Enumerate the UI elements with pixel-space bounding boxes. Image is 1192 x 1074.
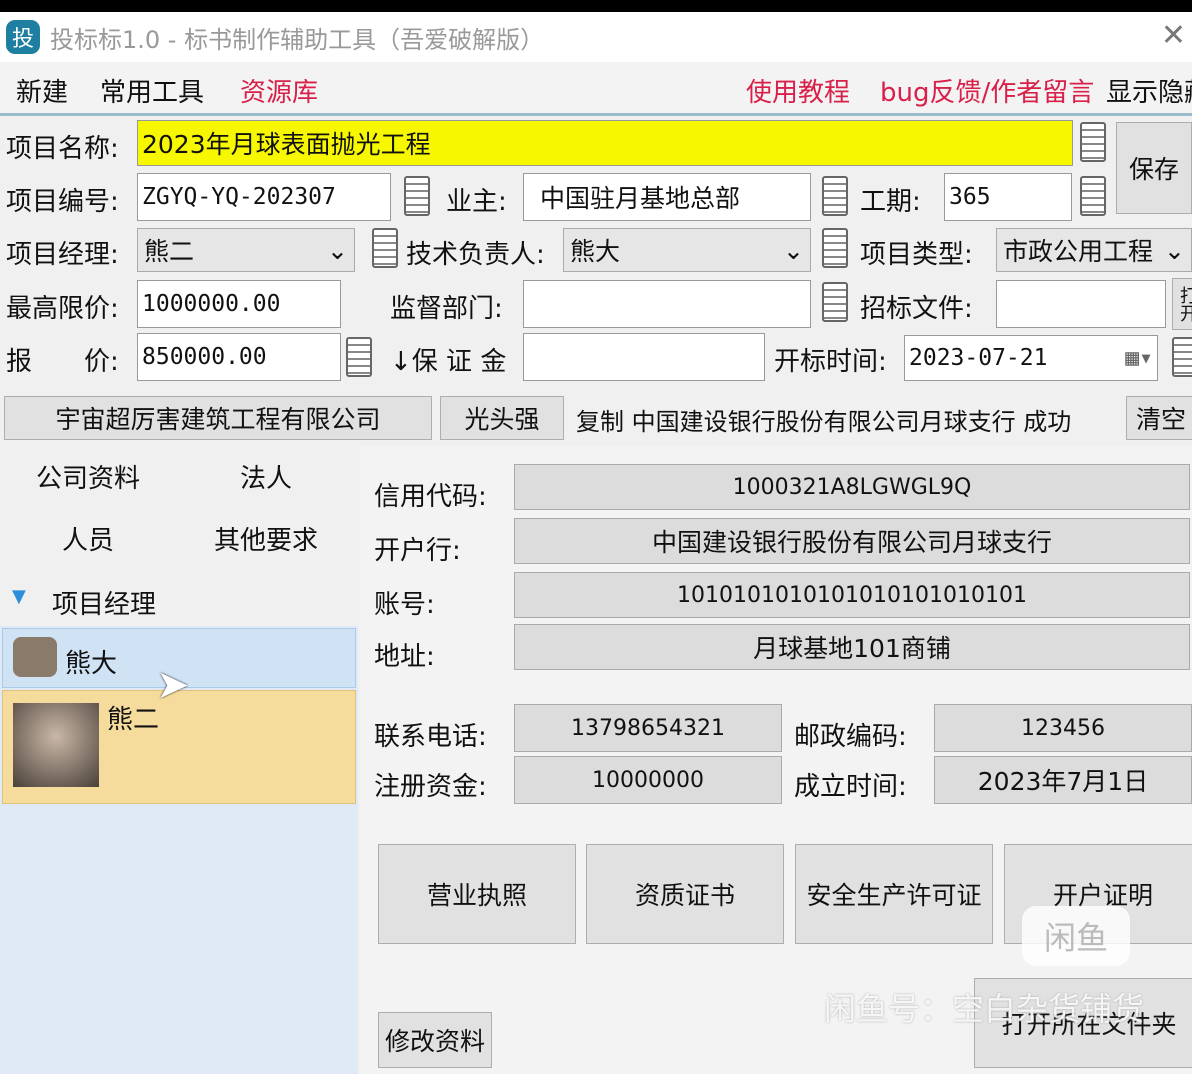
person-name: 熊二: [107, 705, 160, 735]
manager-select[interactable]: 熊二 ⌄: [137, 228, 355, 272]
group-label: 项目经理: [52, 590, 157, 620]
edit-info-button[interactable]: 修改资料: [378, 1012, 492, 1068]
bank-label: 开户行:: [374, 536, 461, 566]
document-icon[interactable]: [1080, 176, 1106, 216]
period-input[interactable]: 365: [944, 173, 1072, 221]
address-label: 地址:: [374, 642, 435, 672]
manager-value: 熊二: [144, 237, 195, 266]
deposit-label: ↓保 证 金: [390, 347, 507, 377]
window-title: 投标标1.0 - 标书制作辅助工具（吾爱破解版）: [50, 25, 545, 54]
owner-label: 业主:: [446, 187, 507, 217]
document-icon[interactable]: [822, 282, 848, 322]
project-code-label: 项目编号:: [6, 187, 119, 217]
menu-toggle[interactable]: 显示隐藏: [1106, 72, 1192, 109]
status-text: 复制 中国建设银行股份有限公司月球支行 成功: [576, 408, 1072, 436]
clear-button[interactable]: 清空: [1126, 396, 1192, 440]
calendar-icon[interactable]: ▦▾: [1125, 345, 1153, 371]
founded-field[interactable]: 2023年7月1日: [934, 756, 1192, 804]
max-price-input[interactable]: 1000000.00: [137, 280, 341, 328]
owner-input[interactable]: 中国驻月基地总部: [523, 173, 811, 221]
menu-resources[interactable]: 资源库: [240, 72, 318, 109]
phone-field[interactable]: 13798654321: [514, 704, 782, 752]
document-icon[interactable]: [372, 228, 398, 268]
supervise-input[interactable]: [523, 280, 811, 328]
tender-file-label: 招标文件:: [860, 294, 973, 324]
project-type-label: 项目类型:: [860, 240, 973, 270]
open-time-value: 2023-07-21: [909, 345, 1048, 371]
founded-label: 成立时间:: [794, 772, 907, 802]
document-icon[interactable]: [822, 176, 848, 216]
tab-company-info[interactable]: 公司资料: [36, 458, 140, 495]
avatar: [13, 637, 57, 677]
open-time-label: 开标时间:: [774, 347, 887, 377]
menu-new[interactable]: 新建: [16, 72, 68, 109]
chevron-down-icon: ⌄: [327, 235, 348, 265]
supervise-label: 监督部门:: [390, 294, 503, 324]
open-tender-button[interactable]: 打开: [1172, 278, 1192, 330]
document-icon[interactable]: [1172, 337, 1192, 377]
document-icon[interactable]: [346, 337, 372, 377]
tech-lead-select[interactable]: 熊大 ⌄: [563, 228, 811, 272]
expand-triangle-icon[interactable]: ▼: [12, 586, 26, 607]
menu-bar: 新建 常用工具 资源库 使用教程 bug反馈/作者留言 显示隐藏: [0, 62, 1192, 116]
zip-field[interactable]: 123456: [934, 704, 1192, 752]
address-field[interactable]: 月球基地101商铺: [514, 624, 1190, 670]
menu-tutorial[interactable]: 使用教程: [746, 72, 850, 109]
project-code-input[interactable]: ZGYQ-YQ-202307: [137, 173, 391, 221]
group-header[interactable]: ▼ 项目经理: [0, 574, 358, 626]
phone-label: 联系电话:: [374, 722, 487, 752]
menu-feedback[interactable]: bug反馈/作者留言: [880, 72, 1094, 109]
deposit-input[interactable]: [523, 333, 765, 381]
tab-staff[interactable]: 人员: [62, 520, 114, 557]
watermark-text: 闲鱼号：空白杂货铺货: [824, 990, 1145, 1028]
detail-panel: 信用代码: 1000321A8LGWGL9Q 开户行: 中国建设银行股份有限公司…: [360, 446, 1192, 1074]
menu-tools[interactable]: 常用工具: [100, 72, 204, 109]
credit-label: 信用代码:: [374, 482, 487, 512]
tech-lead-value: 熊大: [570, 237, 621, 266]
mouse-cursor-icon: ➤: [156, 662, 190, 708]
account-field[interactable]: 1010101010101010101010101: [514, 572, 1190, 618]
tab-legal-person[interactable]: 法人: [240, 458, 292, 495]
document-icon[interactable]: [1080, 122, 1106, 162]
project-type-select[interactable]: 市政公用工程 ⌄: [996, 228, 1192, 272]
zip-label: 邮政编码:: [794, 722, 907, 752]
safety-permit-button[interactable]: 安全生产许可证: [795, 844, 993, 944]
period-label: 工期:: [860, 187, 921, 217]
capital-label: 注册资金:: [374, 772, 487, 802]
close-button[interactable]: ✕: [1161, 18, 1186, 53]
document-icon[interactable]: [404, 176, 430, 216]
bank-field[interactable]: 中国建设银行股份有限公司月球支行: [514, 518, 1190, 564]
watermark-logo: 闲鱼: [1022, 906, 1130, 966]
tab-other[interactable]: 其他要求: [214, 520, 318, 557]
chevron-down-icon: ⌄: [783, 235, 804, 265]
title-bar: 投 投标标1.0 - 标书制作辅助工具（吾爱破解版）: [0, 12, 1192, 62]
business-license-button[interactable]: 营业执照: [378, 844, 576, 944]
account-label: 账号:: [374, 590, 435, 620]
person-name: 熊大: [65, 649, 118, 679]
tender-file-input[interactable]: [996, 280, 1166, 328]
avatar: [13, 703, 99, 787]
open-time-picker[interactable]: 2023-07-21 ▦▾: [904, 335, 1158, 381]
max-price-label: 最高限价:: [6, 294, 119, 324]
project-name-label: 项目名称:: [6, 134, 119, 164]
save-button[interactable]: 保存: [1116, 122, 1192, 214]
quote-label: 报 价:: [6, 347, 119, 377]
tech-lead-label: 技术负责人:: [406, 240, 545, 270]
top-border: [0, 0, 1192, 12]
qualification-button[interactable]: 资质证书: [586, 844, 784, 944]
company-button[interactable]: 宇宙超厉害建筑工程有限公司: [4, 396, 432, 440]
chevron-down-icon: ⌄: [1164, 235, 1185, 265]
manager-label: 项目经理:: [6, 240, 119, 270]
app-logo-icon: 投: [6, 20, 40, 54]
quote-input[interactable]: 850000.00: [137, 333, 341, 381]
project-type-value: 市政公用工程: [1003, 237, 1154, 266]
side-panel: 公司资料 法人 人员 其他要求 ▼ 项目经理 熊大 熊二 ➤: [0, 446, 358, 1074]
project-name-input[interactable]: 2023年月球表面抛光工程: [137, 120, 1073, 166]
person-button[interactable]: 光头强: [440, 396, 564, 440]
document-icon[interactable]: [822, 228, 848, 268]
credit-field[interactable]: 1000321A8LGWGL9Q: [514, 464, 1190, 510]
capital-field[interactable]: 10000000: [514, 756, 782, 804]
